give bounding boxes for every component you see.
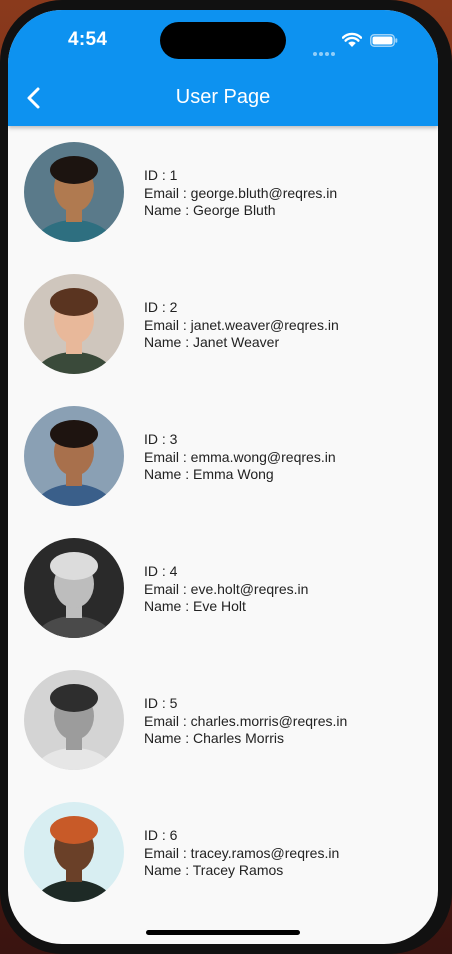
avatar [24,406,124,506]
user-email: Email : george.bluth@reqres.in [144,184,338,201]
user-info: ID : 1 Email : george.bluth@reqres.in Name… [144,167,337,220]
user-id: ID : 3 [144,431,178,447]
wifi-icon [342,32,362,47]
avatar [24,538,124,638]
user-id: ID : 4 [144,563,178,579]
status-time: 4:54 [68,29,108,50]
avatar [24,802,124,902]
phone-frame: 4:54 User Page ID : 1 Email : george.blut… [0,0,452,954]
home-indicator[interactable] [146,930,300,935]
user-list[interactable]: ID : 1 Email : george.bluth@reqres.in Name… [8,126,438,918]
user-email: Email : emma.wong@reqres.in [144,448,336,465]
user-name: Name : Charles Morris [144,730,285,746]
battery-icon [370,34,398,47]
page-title: User Page [175,86,271,108]
list-item[interactable]: ID : 5 Email : charles.morris@reqres.in Na… [8,654,438,786]
dynamic-island [160,22,286,59]
user-info: ID : 2 Email : janet.weaver@reqres.in Name… [144,299,339,352]
user-info: ID : 6 Email : tracey.ramos@reqres.in Name… [144,827,339,880]
cellular-signal-icon [313,43,343,56]
user-email: Email : tracey.ramos@reqres.in [144,844,340,861]
list-item[interactable]: ID : 2 Email : janet.weaver@reqres.in Name… [8,258,438,390]
user-email: Email : eve.holt@reqres.in [144,580,309,597]
list-item[interactable]: ID : 3 Email : emma.wong@reqres.in Name : … [8,390,438,522]
avatar [24,670,124,770]
app-bar: 4:54 User Page [8,10,438,126]
user-info: ID : 4 Email : eve.holt@reqres.in Name : E… [144,563,308,616]
user-name: Name : Janet Weaver [144,334,280,350]
user-email: Email : janet.weaver@reqres.in [144,316,339,333]
user-id: ID : 1 [144,167,178,183]
screen: 4:54 User Page ID : 1 Email : george.blut… [8,10,438,944]
user-name: Name : George Bluth [144,202,276,218]
user-id: ID : 2 [144,299,178,315]
user-id: ID : 5 [144,695,178,711]
list-item[interactable]: ID : 6 Email : tracey.ramos@reqres.in Name… [8,786,438,918]
user-id: ID : 6 [144,827,178,843]
avatar [24,142,124,242]
user-name: Name : Tracey Ramos [144,862,284,878]
avatar [24,274,124,374]
user-name: Name : Eve Holt [144,598,246,614]
user-name: Name : Emma Wong [144,466,274,482]
list-item[interactable]: ID : 1 Email : george.bluth@reqres.in Name… [8,126,438,258]
user-email: Email : charles.morris@reqres.in [144,712,348,729]
list-item[interactable]: ID : 4 Email : eve.holt@reqres.in Name : E… [8,522,438,654]
user-info: ID : 3 Email : emma.wong@reqres.in Name : … [144,431,336,484]
user-info: ID : 5 Email : charles.morris@reqres.in Na… [144,695,347,748]
